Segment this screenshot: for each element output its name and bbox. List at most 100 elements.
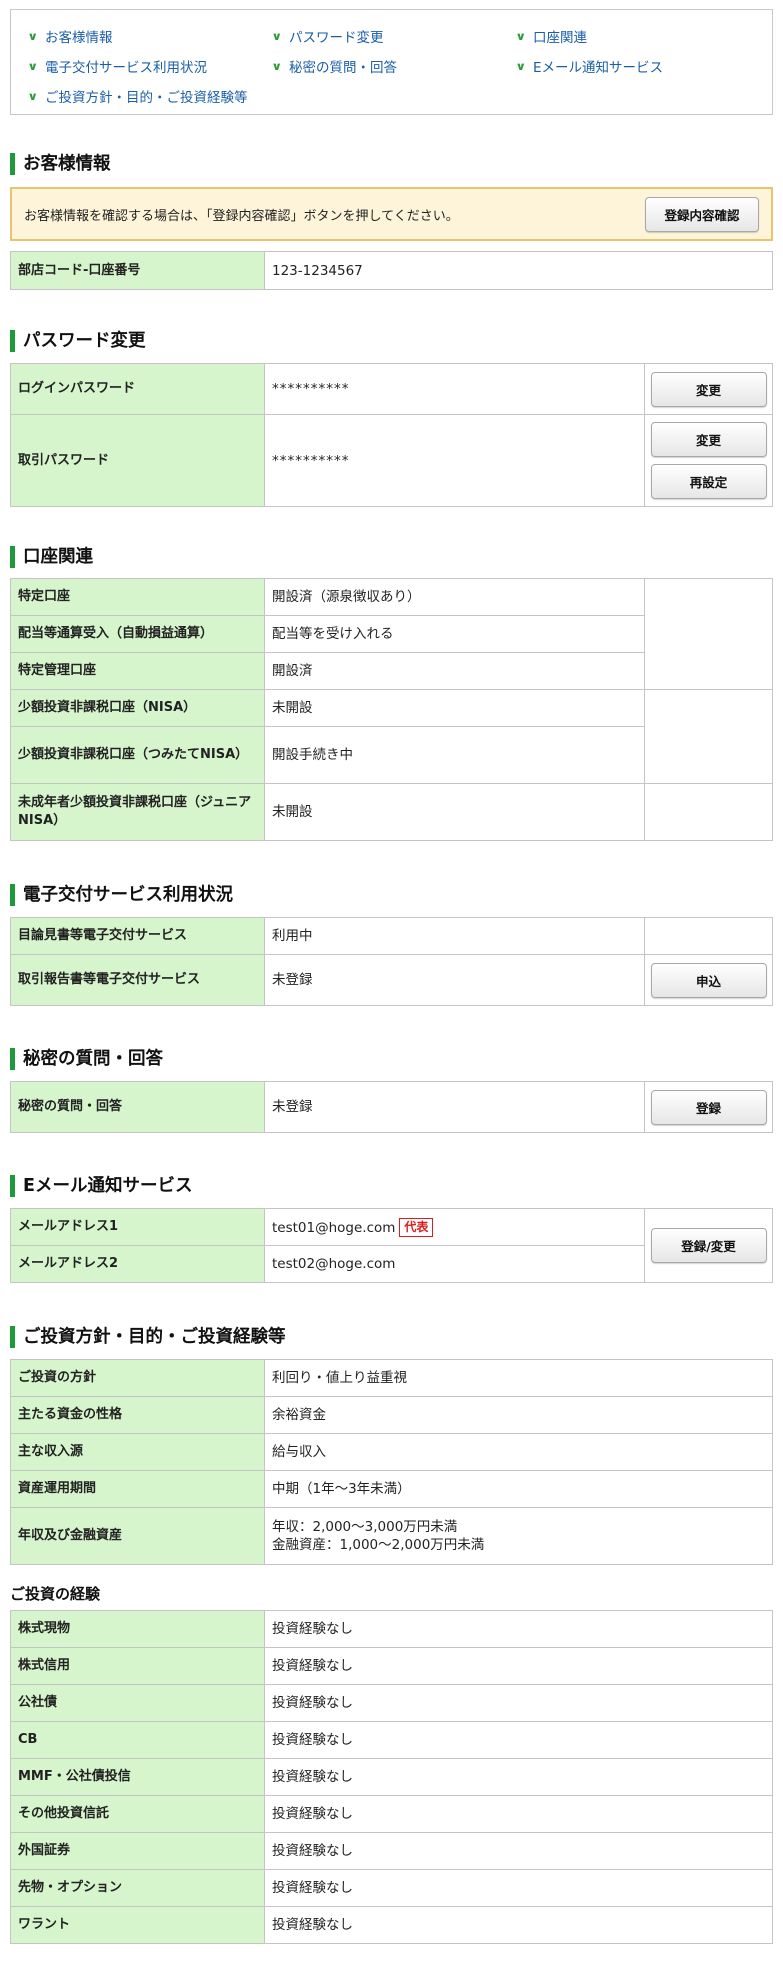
account-row-value: 開設済（源泉徴収あり）	[264, 578, 645, 616]
email-row-label: メールアドレス1	[10, 1208, 265, 1246]
policy-row-label: 主たる資金の性格	[10, 1396, 265, 1434]
edelivery-row-value: 未登録	[264, 954, 645, 1006]
section-title-email: Eメール通知サービス	[10, 1175, 773, 1197]
account-row-value: 配当等を受け入れる	[264, 615, 645, 653]
experience-row-label: 先物・オプション	[10, 1869, 265, 1907]
experience-row-label: 公社債	[10, 1684, 265, 1722]
login-password-label: ログインパスワード	[10, 363, 265, 415]
section-title-investment-policy: ご投資方針・目的・ご投資経験等	[10, 1326, 773, 1348]
income-assets-label: 年収及び金融資産	[10, 1507, 265, 1565]
experience-row-value: 投資経験なし	[264, 1906, 773, 1944]
experience-row-value: 投資経験なし	[264, 1832, 773, 1870]
nav-link-secret-question[interactable]: ∨ 秘密の質問・回答	[271, 51, 517, 81]
email-register-change-button[interactable]: 登録/変更	[650, 1228, 767, 1263]
policy-row-value: 余裕資金	[264, 1396, 773, 1434]
table-row: メールアドレス1 test01@hoge.com 代表 登録/変更	[10, 1208, 773, 1283]
section-title-account: 口座関連	[10, 546, 773, 568]
chevron-down-icon: ∨	[515, 59, 527, 73]
nav-link-password[interactable]: ∨ パスワード変更	[271, 21, 517, 51]
nisa-action-cell	[644, 689, 773, 784]
table-row: 特定口座 開設済（源泉徴収あり）	[10, 578, 773, 690]
experience-row-label: 外国証券	[10, 1832, 265, 1870]
account-row-label: 未成年者少額投資非課税口座（ジュニアNISA）	[10, 783, 265, 841]
table-row: 主な収入源 給与収入	[10, 1433, 773, 1471]
account-row-label: 特定口座	[10, 578, 265, 616]
experience-row-label: ワラント	[10, 1906, 265, 1944]
trade-password-change-button[interactable]: 変更	[650, 422, 767, 457]
edelivery-row-label: 取引報告書等電子交付サービス	[10, 954, 265, 1006]
account-table: 特定口座 開設済（源泉徴収あり） 配当等通算受入（自動損益通算） 配当等を受け入…	[10, 578, 773, 841]
table-row: 未成年者少額投資非課税口座（ジュニアNISA） 未開設	[10, 783, 773, 841]
policy-row-label: 主な収入源	[10, 1433, 265, 1471]
account-row-label: 特定管理口座	[10, 652, 265, 690]
experience-row-value: 投資経験なし	[264, 1610, 773, 1648]
section-title-secret-question: 秘密の質問・回答	[10, 1048, 773, 1070]
table-row: 取引パスワード ********** 変更 再設定	[10, 414, 773, 507]
account-row-value: 未開設	[264, 783, 645, 841]
junior-nisa-action-cell	[644, 783, 773, 841]
policy-row-value: 中期（1年～3年未満）	[264, 1470, 773, 1508]
secret-question-label: 秘密の質問・回答	[10, 1081, 265, 1133]
secret-question-table: 秘密の質問・回答 未登録 登録	[10, 1081, 773, 1133]
account-row-label: 少額投資非課税口座（つみたてNISA）	[10, 726, 265, 784]
edelivery-table: 目論見書等電子交付サービス 利用中 取引報告書等電子交付サービス 未登録 申込	[10, 917, 773, 1006]
account-row-value: 開設済	[264, 652, 645, 690]
edelivery-row-label: 目論見書等電子交付サービス	[10, 917, 265, 955]
trade-password-value: **********	[264, 414, 645, 507]
table-row: CB 投資経験なし	[10, 1721, 773, 1759]
table-row: 少額投資非課税口座（NISA） 未開設	[10, 689, 773, 784]
email-row-label: メールアドレス2	[10, 1245, 265, 1283]
nav-link-account[interactable]: ∨ 口座関連	[515, 21, 761, 51]
table-row: その他投資信託 投資経験なし	[10, 1795, 773, 1833]
table-row: 部店コード-口座番号 123-1234567	[10, 251, 773, 290]
secret-question-value: 未登録	[264, 1081, 645, 1133]
section-title-password: パスワード変更	[10, 330, 773, 352]
login-password-value: **********	[264, 363, 645, 415]
experience-row-label: 株式現物	[10, 1610, 265, 1648]
login-password-change-button[interactable]: 変更	[650, 371, 767, 407]
experience-row-label: 株式信用	[10, 1647, 265, 1685]
anchor-nav: ∨ お客様情報 ∨ パスワード変更 ∨ 口座関連 ∨ 電子交付サービス利用状況 ∨ 秘密の…	[10, 9, 773, 115]
policy-row-value: 給与収入	[264, 1433, 773, 1471]
table-row: 公社債 投資経験なし	[10, 1684, 773, 1722]
experience-row-value: 投資経験なし	[264, 1684, 773, 1722]
nav-link-email[interactable]: ∨ Eメール通知サービス	[515, 51, 761, 81]
email-address-value: test01@hoge.com	[272, 1219, 396, 1236]
nav-link-edelivery[interactable]: ∨ 電子交付サービス利用状況	[27, 51, 273, 81]
table-row: 資産運用期間 中期（1年～3年未満）	[10, 1470, 773, 1508]
table-row: ワラント 投資経験なし	[10, 1906, 773, 1944]
primary-badge: 代表	[399, 1217, 434, 1237]
experience-row-value: 投資経験なし	[264, 1869, 773, 1907]
chevron-down-icon: ∨	[27, 89, 39, 103]
experience-row-value: 投資経験なし	[264, 1647, 773, 1685]
nav-link-customer-info[interactable]: ∨ お客様情報	[27, 21, 273, 51]
email-address-value: test02@hoge.com	[264, 1245, 645, 1283]
subsection-title-experience: ご投資の経験	[10, 1585, 101, 1603]
policy-row-value: 利回り・値上り益重視	[264, 1359, 773, 1397]
table-row: ログインパスワード ********** 変更	[10, 363, 773, 415]
table-row: 株式信用 投資経験なし	[10, 1647, 773, 1685]
chevron-down-icon: ∨	[27, 59, 39, 73]
experience-row-label: MMF・公社債投信	[10, 1758, 265, 1796]
financial-assets-value: 金融資産：1,000～2,000万円未満	[272, 1537, 485, 1553]
table-row: 取引報告書等電子交付サービス 未登録 申込	[10, 954, 773, 1006]
table-row: ご投資の方針 利回り・値上り益重視	[10, 1359, 773, 1397]
table-row: 秘密の質問・回答 未登録 登録	[10, 1081, 773, 1133]
experience-row-value: 投資経験なし	[264, 1758, 773, 1796]
notice-text: お客様情報を確認する場合は、「登録内容確認」ボタンを押してください。	[24, 208, 459, 224]
account-number-label: 部店コード-口座番号	[10, 251, 265, 290]
password-table: ログインパスワード ********** 変更 取引パスワード ********…	[10, 363, 773, 507]
nav-link-investment-policy[interactable]: ∨ ご投資方針・目的・ご投資経験等	[27, 81, 273, 111]
table-row: MMF・公社債投信 投資経験なし	[10, 1758, 773, 1796]
table-row: 年収及び金融資産 年収：2,000～3,000万円未満 金融資産：1,000～2…	[10, 1507, 773, 1565]
account-number-value: 123-1234567	[264, 251, 773, 290]
table-row: 先物・オプション 投資経験なし	[10, 1869, 773, 1907]
edelivery-apply-button[interactable]: 申込	[650, 962, 767, 998]
account-action-cell	[644, 578, 773, 690]
table-row: 主たる資金の性格 余裕資金	[10, 1396, 773, 1434]
confirm-registration-button[interactable]: 登録内容確認	[645, 196, 759, 232]
chevron-down-icon: ∨	[27, 29, 39, 43]
secret-question-register-button[interactable]: 登録	[650, 1089, 767, 1125]
trade-password-reset-button[interactable]: 再設定	[650, 464, 767, 499]
annual-income-value: 年収：2,000～3,000万円未満	[272, 1519, 458, 1535]
